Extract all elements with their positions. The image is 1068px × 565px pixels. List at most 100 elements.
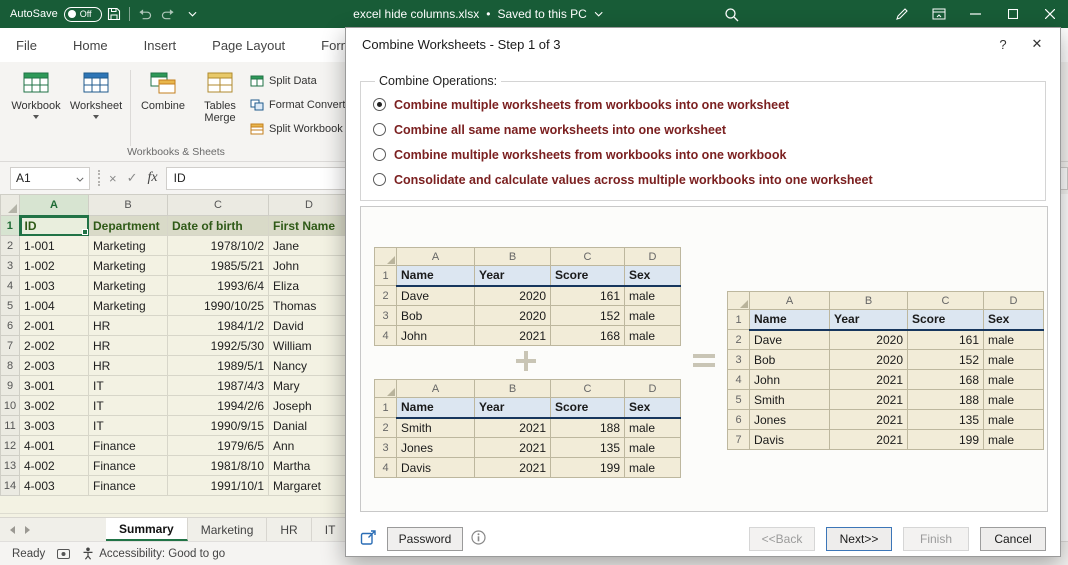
cell-D6[interactable]: David [268,315,350,336]
macro-record-icon[interactable] [57,548,71,559]
cell-A1[interactable]: ID [19,215,89,236]
formula-bar-splitter[interactable] [98,170,101,186]
help-button[interactable]: ? [986,29,1020,59]
cell-B5[interactable]: Marketing [88,295,168,316]
search-icon[interactable] [716,0,746,28]
formula-enter-icon[interactable]: ✓ [127,170,138,186]
cell-D1[interactable]: First Name [268,215,350,236]
cell-C4[interactable]: 1993/6/4 [167,275,269,296]
cell-C12[interactable]: 1979/6/5 [167,435,269,456]
insert-function-icon[interactable]: fx [148,170,158,186]
row-header-1[interactable]: 1 [0,215,21,236]
cell-A7[interactable]: 2-002 [19,335,89,356]
ribbon-tab-page-layout[interactable]: Page Layout [212,38,285,53]
cell-A4[interactable]: 1-003 [19,275,89,296]
cancel-button[interactable]: Cancel [980,527,1046,551]
cell-B10[interactable]: IT [88,395,168,416]
cell-A12[interactable]: 4-001 [19,435,89,456]
sheet-nav-right-icon[interactable] [25,525,30,534]
row-header-11[interactable]: 11 [0,415,20,436]
cell-C5[interactable]: 1990/10/25 [167,295,269,316]
autosave-toggle[interactable]: AutoSave Off [10,6,102,22]
cell-B1[interactable]: Department [88,215,168,236]
row-header-9[interactable]: 9 [0,375,20,396]
save-icon[interactable] [102,0,126,28]
cell-A9[interactable]: 3-001 [19,375,89,396]
cell-B14[interactable]: Finance [88,475,168,496]
row-header-10[interactable]: 10 [0,395,20,416]
cell-B11[interactable]: IT [88,415,168,436]
cell-D12[interactable]: Ann [268,435,350,456]
minimize-button[interactable] [957,0,994,28]
name-box[interactable]: A1 [10,166,90,190]
cell-B3[interactable]: Marketing [88,255,168,276]
ribbon-tab-file[interactable]: File [16,38,37,53]
cell-B8[interactable]: HR [88,355,168,376]
cell-D5[interactable]: Thomas [268,295,350,316]
share-window-icon[interactable] [360,529,377,549]
info-icon[interactable] [471,530,486,548]
tables-merge-button[interactable]: Tables Merge [192,68,248,144]
combine-button[interactable]: Combine [136,68,190,144]
cell-A3[interactable]: 1-002 [19,255,89,276]
cell-A14[interactable]: 4-003 [19,475,89,496]
cell-C14[interactable]: 1991/10/1 [167,475,269,496]
sheet-nav-left-icon[interactable] [10,525,15,534]
undo-icon[interactable] [133,0,157,28]
cell-A10[interactable]: 3-002 [19,395,89,416]
cell-C11[interactable]: 1990/9/15 [167,415,269,436]
format-convert-button[interactable]: Format Convert [250,96,357,114]
cell-C6[interactable]: 1984/1/2 [167,315,269,336]
worksheet-button[interactable]: Worksheet [66,68,126,144]
row-header-12[interactable]: 12 [0,435,20,456]
autosave-switch[interactable]: Off [63,6,102,22]
maximize-button[interactable] [994,0,1031,28]
row-header-5[interactable]: 5 [0,295,20,316]
cell-D2[interactable]: Jane [268,235,350,256]
ribbon-tab-home[interactable]: Home [73,38,108,53]
cell-D10[interactable]: Joseph [268,395,350,416]
cell-B6[interactable]: HR [88,315,168,336]
sheet-tab-marketing[interactable]: Marketing [188,518,268,541]
draw-icon[interactable] [883,0,920,28]
sheet-tab-hr[interactable]: HR [267,518,312,541]
chevron-down-icon[interactable] [594,11,603,17]
cell-B9[interactable]: IT [88,375,168,396]
cell-B7[interactable]: HR [88,335,168,356]
row-header-4[interactable]: 4 [0,275,20,296]
cell-C2[interactable]: 1978/10/2 [167,235,269,256]
ribbon-tab-insert[interactable]: Insert [144,38,177,53]
cell-C3[interactable]: 1985/5/21 [167,255,269,276]
cell-A5[interactable]: 1-004 [19,295,89,316]
row-header-2[interactable]: 2 [0,235,20,256]
formula-cancel-icon[interactable]: × [109,171,117,186]
cell-C7[interactable]: 1992/5/30 [167,335,269,356]
cell-D3[interactable]: John [268,255,350,276]
redo-icon[interactable] [157,0,181,28]
row-header-14[interactable]: 14 [0,475,20,496]
cell-D4[interactable]: Eliza [268,275,350,296]
row-header-3[interactable]: 3 [0,255,20,276]
cell-A6[interactable]: 2-001 [19,315,89,336]
cell-B12[interactable]: Finance [88,435,168,456]
cell-D9[interactable]: Mary [268,375,350,396]
cell-D7[interactable]: William [268,335,350,356]
cell-A2[interactable]: 1-001 [19,235,89,256]
cell-A8[interactable]: 2-003 [19,355,89,376]
radio-combine-same-name-worksheets[interactable]: Combine all same name worksheets into on… [373,117,1033,142]
dialog-close-button[interactable]: ✕ [1020,29,1054,59]
accessibility-status[interactable]: Accessibility: Good to go [82,547,225,560]
cell-B13[interactable]: Finance [88,455,168,476]
radio-consolidate-and-calculate[interactable]: Consolidate and calculate values across … [373,167,1033,192]
back-button[interactable]: <<Back [749,527,815,551]
ribbon-display-options-icon[interactable] [920,0,957,28]
finish-button[interactable]: Finish [903,527,969,551]
namebox-dropdown-icon[interactable] [76,171,84,185]
cell-C8[interactable]: 1989/5/1 [167,355,269,376]
quick-access-caret-icon[interactable] [181,0,205,28]
column-header-d[interactable]: D [268,194,350,216]
sheet-tab-summary[interactable]: Summary [106,518,188,541]
row-header-6[interactable]: 6 [0,315,20,336]
cell-C10[interactable]: 1994/2/6 [167,395,269,416]
select-all-corner[interactable] [0,194,20,216]
